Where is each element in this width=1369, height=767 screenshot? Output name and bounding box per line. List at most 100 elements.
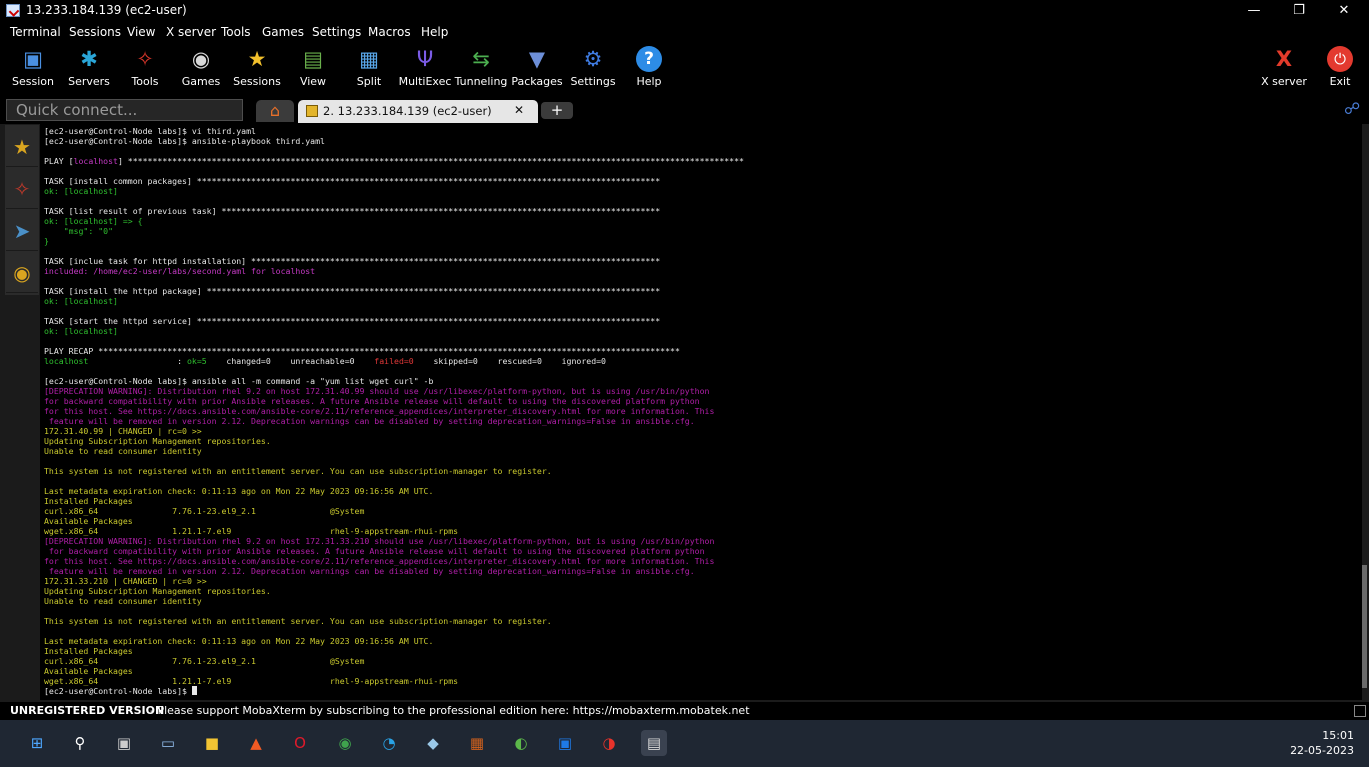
search-icon[interactable]: ⚲ [67, 730, 93, 756]
brave-icon[interactable]: ▲ [243, 730, 269, 756]
session-button[interactable]: ▣ Session [4, 46, 62, 94]
terminal-text-segment: curl.x86_64 7.76.1-23.el9_2.1 @System [44, 656, 365, 666]
menu-x-server[interactable]: X server [166, 25, 216, 39]
terminal-line: Unable to read consumer identity [44, 596, 744, 606]
terminal-line: PLAY [localhost] ***********************… [44, 156, 744, 166]
chrome-icon[interactable]: ◉ [332, 730, 358, 756]
opera-icon[interactable]: O [287, 730, 313, 756]
close-button[interactable]: ✕ [1321, 0, 1367, 22]
servers-button[interactable]: ✱ Servers [60, 46, 118, 94]
system-clock[interactable]: 15:01 22-05-2023 [1290, 728, 1354, 758]
terminal-text-segment: changed=0 unreachable=0 [206, 356, 375, 366]
settings-label: Settings [570, 75, 616, 88]
exit-label: Exit [1329, 75, 1351, 88]
mobaxterm-app-icon [6, 4, 20, 17]
menu-macros[interactable]: Macros [368, 25, 411, 39]
task-view-icon[interactable]: ▣ [111, 730, 137, 756]
multiexec-button[interactable]: Ψ MultiExec [396, 46, 454, 94]
view-button[interactable]: ▤ View [284, 46, 342, 94]
multiexec-label: MultiExec [398, 75, 452, 88]
terminal-line: Last metadata expiration check: 0:11:13 … [44, 636, 744, 646]
servers-icon: ✱ [80, 47, 98, 71]
windows-taskbar: ⊞ ⚲ ▣ ▭ ■ ▲ O ◉ ◔ ◆ ▦ ◐ ▣ ◑ ▤ 15:01 22-05-2023 [0, 720, 1369, 767]
home-icon: ⌂ [269, 101, 281, 120]
terminal-text-segment: "msg": "0" [44, 226, 114, 236]
help-button[interactable]: ? Help [620, 46, 678, 94]
servers-label: Servers [68, 75, 110, 88]
terminal-line: [ec2-user@Control-Node labs]$ ansible al… [44, 376, 744, 386]
tunneling-label: Tunneling [454, 75, 508, 88]
settings-icon: ⚙ [583, 47, 603, 71]
left-sidebar: ★ ✧ ➤ ◉ [5, 125, 39, 295]
quick-connect-input[interactable]: Quick connect... [6, 99, 243, 121]
menu-terminal[interactable]: Terminal [10, 25, 61, 39]
terminal-text-segment: TASK [install the httpd package] *******… [44, 286, 661, 296]
menu-help[interactable]: Help [421, 25, 448, 39]
terminal-text-segment: This system is not registered with an en… [44, 466, 552, 476]
exit-button[interactable]: ⏻ Exit [1311, 46, 1369, 94]
tunneling-button[interactable]: ⇆ Tunneling [452, 46, 510, 94]
terminal-text-segment: ok=5 [186, 356, 207, 366]
resize-grip-icon[interactable] [1354, 705, 1366, 717]
sidebar-tools-icon[interactable]: ✧ [6, 169, 38, 209]
network-icon[interactable]: ◐ [508, 730, 534, 756]
new-tab-button[interactable]: + [541, 102, 573, 119]
terminal-text-segment: TASK [list result of previous task] ****… [44, 206, 661, 216]
sidebar-sessions-star-icon[interactable]: ★ [6, 127, 38, 167]
terminal-scrollbar-thumb[interactable] [1362, 565, 1367, 688]
sidebar-send-icon[interactable]: ➤ [6, 211, 38, 251]
window-title: 13.233.184.139 (ec2-user) [26, 3, 187, 17]
menu-games[interactable]: Games [262, 25, 304, 39]
terminal-text-segment: Unable to read consumer identity [44, 596, 202, 606]
windows-start-icon[interactable]: ⊞ [24, 730, 50, 756]
remote-app-icon[interactable]: ▣ [552, 730, 578, 756]
terminal-text-segment: Installed Packages [44, 496, 133, 506]
settings-button[interactable]: ⚙ Settings [564, 46, 622, 94]
maximize-button[interactable]: ❐ [1276, 0, 1322, 22]
terminal-line: ok: [localhost] [44, 186, 744, 196]
terminal-text-segment: for backward compatibility with prior An… [44, 546, 705, 556]
terminal-area[interactable]: [ec2-user@Control-Node labs]$ vi third.y… [40, 124, 1362, 700]
tools-button[interactable]: ✧ Tools [116, 46, 174, 94]
minimize-button[interactable]: — [1231, 0, 1277, 22]
games-button[interactable]: ◉ Games [172, 46, 230, 94]
terminal-text-segment: TASK [inclue task for httpd installation… [44, 256, 661, 266]
clock-date: 22-05-2023 [1290, 744, 1354, 757]
packages-label: Packages [511, 75, 563, 88]
mobaxterm-icon[interactable]: ▤ [641, 730, 667, 756]
tunneling-icon: ⇆ [472, 47, 490, 71]
home-tab[interactable]: ⌂ [256, 100, 294, 122]
paperclip-icon[interactable]: ☍ [1344, 99, 1360, 118]
support-message[interactable]: - Please support MobaXterm by subscribin… [150, 704, 750, 717]
edge-icon[interactable]: ◔ [376, 730, 402, 756]
menu-settings[interactable]: Settings [312, 25, 361, 39]
terminal-line: Unable to read consumer identity [44, 446, 744, 456]
notes-icon[interactable]: ◆ [420, 730, 446, 756]
status-bar: UNREGISTERED VERSION - Please support Mo… [0, 702, 1369, 720]
split-label: Split [356, 75, 382, 88]
tab-session-2[interactable]: 2. 13.233.184.139 (ec2-user) ✕ [298, 100, 538, 123]
sessions-button[interactable]: ★ Sessions [228, 46, 286, 94]
packages-button[interactable]: ▼ Packages [508, 46, 566, 94]
terminal-text-segment: Available Packages [44, 666, 133, 676]
speed-app-icon[interactable]: ◑ [596, 730, 622, 756]
terminal-text-segment: curl.x86_64 7.76.1-23.el9_2.1 @System [44, 506, 365, 516]
terminal-line: for backward compatibility with prior An… [44, 546, 744, 556]
split-button[interactable]: ▦ Split [340, 46, 398, 94]
file-explorer-icon[interactable]: ■ [199, 730, 225, 756]
menu-tools[interactable]: Tools [221, 25, 251, 39]
terminal-text-segment: localhost [73, 156, 118, 166]
terminal-text-segment: feature will be removed in version 2.12.… [44, 566, 695, 576]
menu-view[interactable]: View [127, 25, 155, 39]
terminal-line: feature will be removed in version 2.12.… [44, 416, 744, 426]
x-server-icon: X [1275, 47, 1293, 71]
tab-close-icon[interactable]: ✕ [514, 103, 524, 117]
menu-sessions[interactable]: Sessions [69, 25, 121, 39]
terminal-text-segment: ok: [localhost] [44, 186, 118, 196]
x-server-button[interactable]: X X server [1255, 46, 1313, 94]
sidebar-macros-icon[interactable]: ◉ [6, 253, 38, 293]
media-app-icon[interactable]: ▦ [464, 730, 490, 756]
photos-icon[interactable]: ▭ [155, 730, 181, 756]
terminal-text-segment: 172.31.33.210 | CHANGED | rc=0 >> [44, 576, 207, 586]
